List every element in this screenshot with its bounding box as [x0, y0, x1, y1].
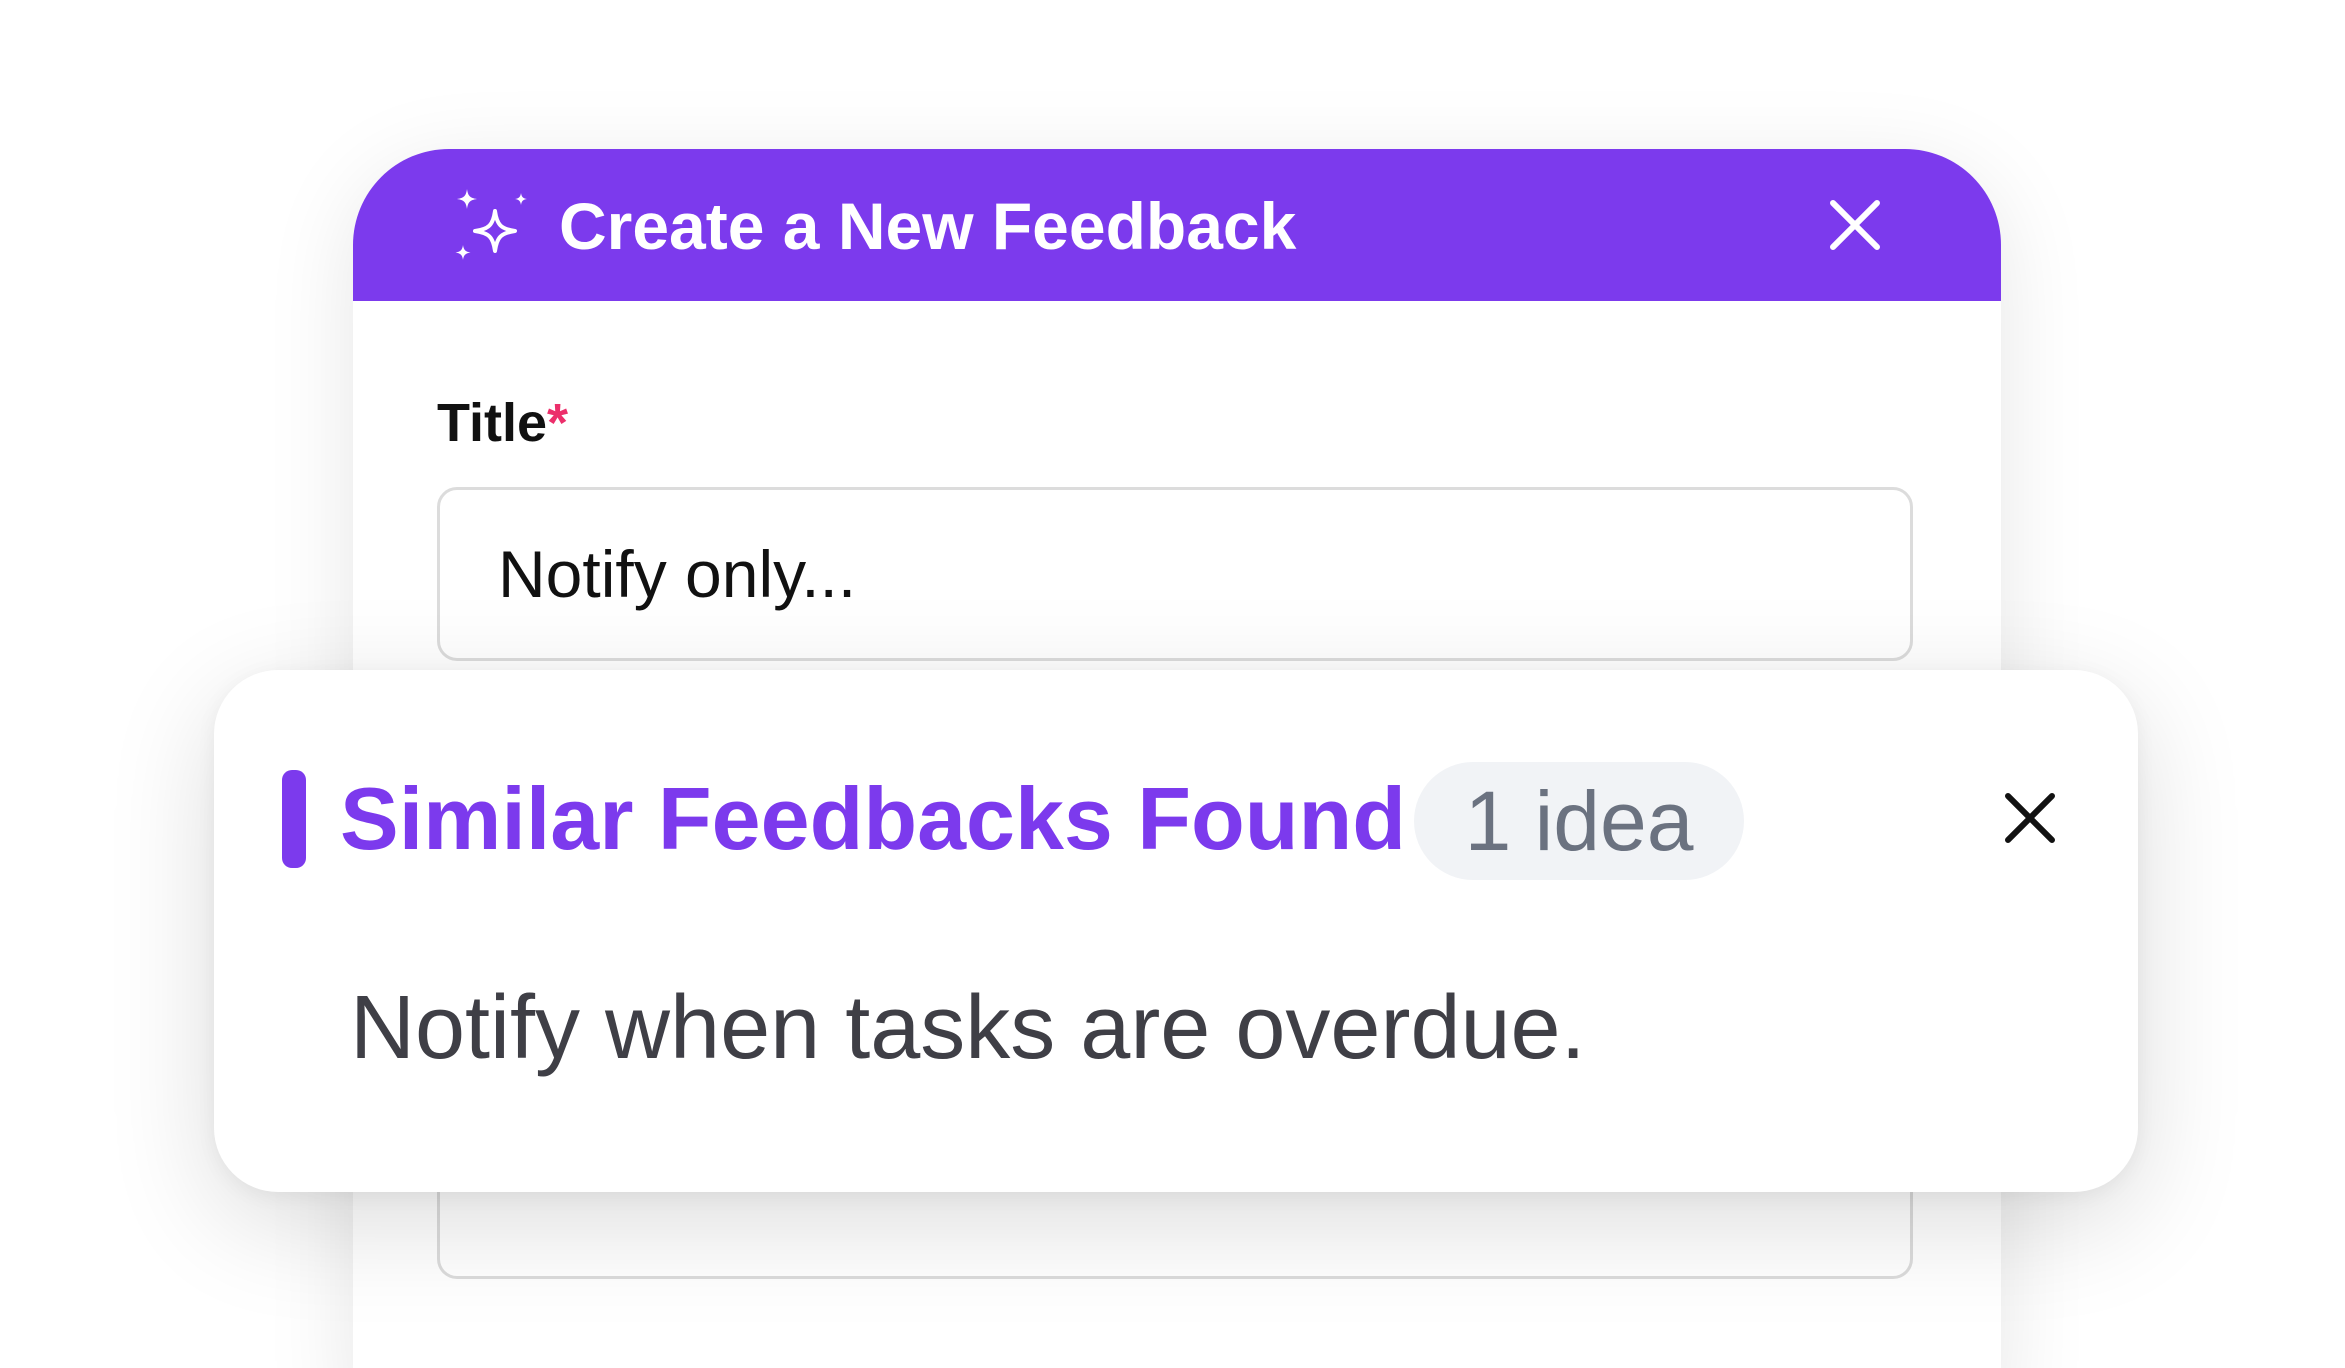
- modal-title: Create a New Feedback: [559, 189, 1297, 263]
- similar-feedbacks-popover: Similar Feedbacks Found 1 idea Notify wh…: [214, 670, 2138, 1192]
- modal-header: Create a New Feedback: [353, 149, 2001, 301]
- title-label-text: Title: [437, 393, 548, 453]
- title-input[interactable]: [437, 487, 1913, 661]
- similar-feedback-item[interactable]: Notify when tasks are overdue.: [350, 978, 1586, 1078]
- screen: Create a New Feedback Title* Similar Fee…: [0, 0, 2345, 1368]
- required-asterisk: *: [547, 393, 569, 453]
- accent-bar: [282, 770, 306, 868]
- similar-feedbacks-heading: Similar Feedbacks Found: [340, 769, 1407, 868]
- idea-count-badge: 1 idea: [1414, 762, 1744, 880]
- sparkle-icon: [455, 189, 527, 260]
- title-field-label: Title*: [437, 393, 568, 453]
- close-icon[interactable]: [1827, 197, 1883, 253]
- close-icon[interactable]: [2002, 790, 2058, 846]
